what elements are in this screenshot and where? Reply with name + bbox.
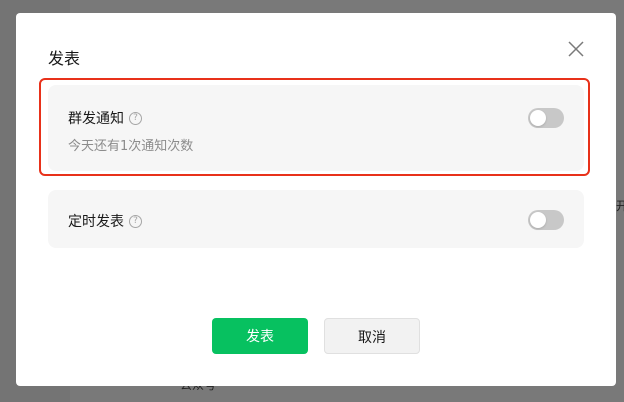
- group-notification-toggle[interactable]: [528, 108, 564, 128]
- help-icon[interactable]: ?: [129, 214, 142, 228]
- close-button[interactable]: [564, 37, 588, 61]
- publish-dialog: 发表 群发通知 ? 今天还有1次通知次数 定时发表 ? 发表 取消: [16, 13, 616, 386]
- option-header: 群发通知 ?: [68, 108, 142, 128]
- publish-button[interactable]: 发表: [212, 318, 308, 354]
- toggle-knob: [530, 110, 546, 126]
- cancel-button[interactable]: 取消: [324, 318, 420, 354]
- group-notification-option: 群发通知 ? 今天还有1次通知次数: [48, 85, 584, 171]
- scheduled-publish-label: 定时发表: [68, 214, 124, 230]
- help-icon[interactable]: ?: [129, 111, 142, 125]
- option-header: 定时发表 ?: [68, 211, 142, 231]
- scheduled-publish-toggle[interactable]: [528, 210, 564, 230]
- scheduled-publish-option: 定时发表 ?: [48, 190, 584, 248]
- notification-quota-text: 今天还有1次通知次数: [68, 139, 194, 154]
- toggle-knob: [530, 212, 546, 228]
- close-icon: [568, 41, 584, 57]
- group-notification-label: 群发通知: [68, 111, 124, 127]
- dialog-title: 发表: [48, 49, 81, 68]
